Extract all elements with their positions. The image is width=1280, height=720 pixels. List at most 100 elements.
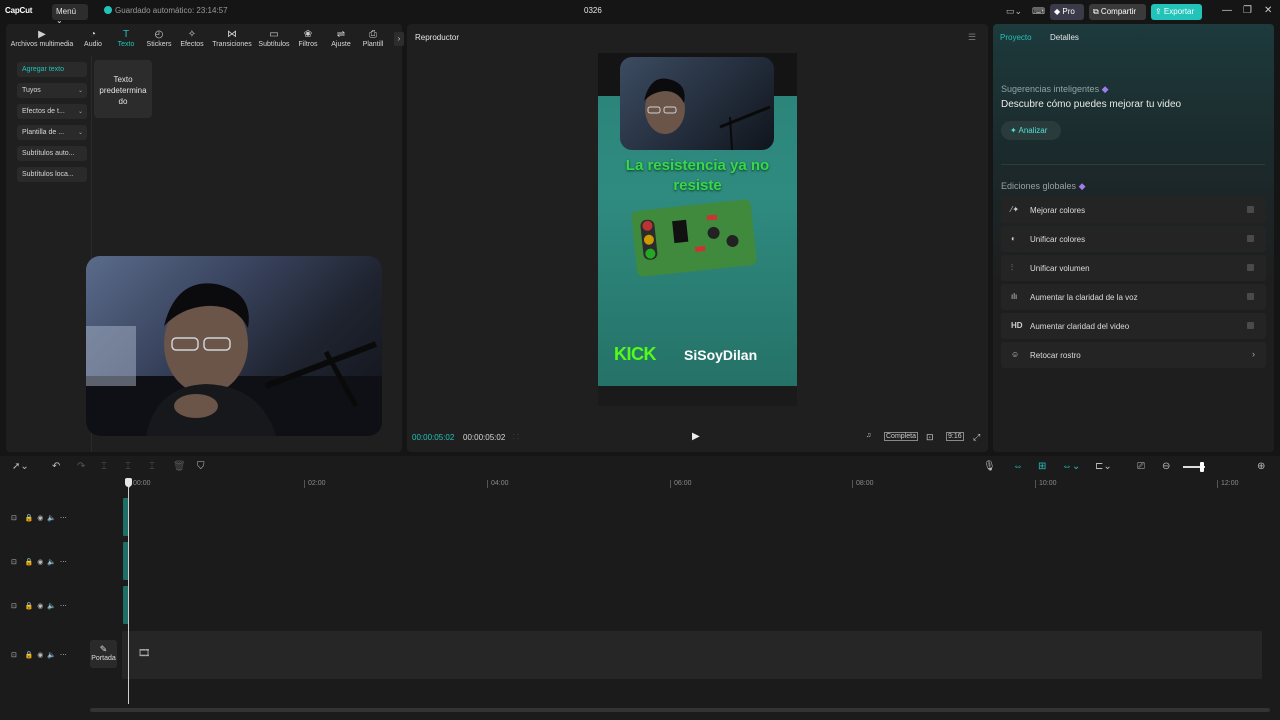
- marker-icon[interactable]: ⛉: [197, 461, 205, 472]
- eye-icon[interactable]: ◉: [37, 559, 43, 566]
- speaker-icon[interactable]: 🔈: [47, 652, 56, 659]
- toggle-box[interactable]: [1247, 264, 1254, 271]
- redo-icon[interactable]: ↷: [77, 461, 85, 472]
- edit-enhance-colors[interactable]: ⁄✦ Mejorar colores: [1001, 197, 1266, 223]
- link-icon[interactable]: ⇔⌄: [1062, 461, 1080, 472]
- nav-auto-subtitles[interactable]: Subtítulos auto...: [17, 146, 87, 161]
- more-icon[interactable]: ⋯: [60, 652, 67, 659]
- audio-meter-icon[interactable]: ♫: [866, 432, 871, 439]
- playhead-handle[interactable]: [125, 478, 132, 487]
- toggle-box[interactable]: [1247, 206, 1254, 213]
- fullscreen-icon[interactable]: ⤢: [973, 432, 980, 443]
- more-icon[interactable]: ⋯: [60, 515, 67, 522]
- timecode-format-icon[interactable]: ⸬: [513, 433, 519, 442]
- eye-icon[interactable]: ◉: [37, 603, 43, 610]
- caption-line-2: resiste: [673, 177, 722, 194]
- undo-icon[interactable]: ↶: [52, 461, 60, 472]
- split-right-icon[interactable]: ⌶: [149, 461, 155, 472]
- tabs-scroll-right-icon[interactable]: ›: [394, 32, 404, 46]
- tab-text[interactable]: T Texto: [112, 28, 140, 54]
- more-icon[interactable]: ⋯: [60, 559, 67, 566]
- ruler-tick: 02:00: [304, 480, 326, 488]
- lock-icon[interactable]: 🔒: [25, 559, 34, 566]
- speaker-icon[interactable]: 🔈: [47, 515, 56, 522]
- eye-icon[interactable]: ◉: [37, 515, 43, 522]
- tab-media[interactable]: ▶ Archivos multimedia: [8, 28, 76, 54]
- edit-unify-volume[interactable]: ⫶ Unificar volumen: [1001, 255, 1266, 281]
- tab-stickers[interactable]: ◴ Stickers: [144, 28, 174, 54]
- tab-details[interactable]: Detalles: [1050, 33, 1079, 42]
- microphone-icon[interactable]: 🎙: [983, 461, 996, 472]
- kick-logo: KICK: [614, 344, 657, 364]
- zoom-fit-icon[interactable]: ⊡: [926, 432, 934, 443]
- edit-unify-colors[interactable]: ◐ Unificar colores: [1001, 226, 1266, 252]
- pro-button[interactable]: ◆ Pro: [1050, 4, 1084, 20]
- tab-audio[interactable]: ◔ Audio: [80, 28, 106, 54]
- close-icon[interactable]: ✕: [1264, 5, 1272, 16]
- caption-icon[interactable]: ⎚: [1137, 461, 1145, 472]
- share-button[interactable]: ⧉ Compartir: [1089, 4, 1146, 20]
- magnet-icon[interactable]: ⇔: [1013, 461, 1023, 472]
- default-text-preset[interactable]: Texto predetermina do: [94, 60, 152, 118]
- lock-icon[interactable]: 🔒: [25, 515, 34, 522]
- speaker-icon[interactable]: 🔈: [47, 603, 56, 610]
- toggle-box[interactable]: [1247, 235, 1254, 242]
- cover-button[interactable]: ✎ Portada: [90, 640, 117, 668]
- tab-transitions[interactable]: ⋈ Transiciones: [210, 28, 254, 54]
- zoom-in-icon[interactable]: ⊕: [1257, 461, 1265, 472]
- toggle-box[interactable]: [1247, 322, 1254, 329]
- track-toggle-icon[interactable]: ⊡: [11, 652, 17, 659]
- track-toggle-icon[interactable]: ⊡: [11, 603, 17, 610]
- video-preview[interactable]: La resistencia ya no resiste KICK SiSoyD…: [598, 53, 797, 406]
- edit-voice-clarity[interactable]: ılı Aumentar la claridad de la voz: [1001, 284, 1266, 310]
- tab-templates[interactable]: ⎙ Plantill: [358, 28, 388, 54]
- shortcuts-icon[interactable]: ⌨: [1032, 6, 1045, 17]
- layout-icon[interactable]: ▭⌄: [1006, 6, 1022, 17]
- tab-subtitles[interactable]: ▭ Subtítulos: [256, 28, 292, 54]
- preview-axis-icon[interactable]: ⊏⌄: [1095, 461, 1112, 472]
- restore-icon[interactable]: ❐: [1243, 5, 1252, 16]
- nav-add-text[interactable]: Agregar texto: [17, 62, 87, 77]
- delete-icon[interactable]: 🗑: [173, 461, 186, 472]
- quality-button[interactable]: Completa: [884, 432, 918, 441]
- tab-effects[interactable]: ✧ Efectos: [178, 28, 206, 54]
- toggle-box[interactable]: [1247, 293, 1254, 300]
- split-icon[interactable]: ⌶: [101, 461, 107, 472]
- chevron-down-icon: ⌄: [77, 88, 83, 94]
- film-icon: 🎞: [138, 648, 151, 659]
- lock-icon[interactable]: 🔒: [25, 603, 34, 610]
- playhead[interactable]: [128, 480, 129, 704]
- track-toggle-icon[interactable]: ⊡: [11, 559, 17, 566]
- play-icon[interactable]: ▶: [692, 431, 700, 442]
- nav-yours[interactable]: Tuyos ⌄: [17, 83, 87, 98]
- menu-button[interactable]: Menú ⌄: [52, 4, 88, 25]
- ruler-tick: 04:00: [487, 480, 509, 488]
- tab-adjust[interactable]: ⇌ Ajuste: [328, 28, 354, 54]
- ruler-tick: 00:00: [129, 480, 151, 488]
- main-video-track[interactable]: 🎞: [122, 631, 1262, 679]
- auto-snap-icon[interactable]: ⊞: [1038, 461, 1046, 472]
- split-left-icon[interactable]: ⌶: [125, 461, 131, 472]
- tab-project[interactable]: Proyecto: [1000, 33, 1032, 42]
- eye-icon[interactable]: ◉: [37, 652, 43, 659]
- aspect-ratio-button[interactable]: 9:16: [946, 432, 964, 441]
- nav-text-templates[interactable]: Plantilla de ... ⌄: [17, 125, 87, 140]
- tab-filters[interactable]: ❀ Filtros: [296, 28, 320, 54]
- select-tool-icon[interactable]: ➚⌄: [12, 461, 29, 472]
- edit-retouch-face[interactable]: ☺ Retocar rostro ›: [1001, 342, 1266, 368]
- lock-icon[interactable]: 🔒: [25, 652, 34, 659]
- track-toggle-icon[interactable]: ⊡: [11, 515, 17, 522]
- timeline-scrollbar[interactable]: [90, 708, 1270, 712]
- more-icon[interactable]: ⋯: [60, 603, 67, 610]
- export-button[interactable]: ⇪ Exportar: [1151, 4, 1202, 20]
- speaker-icon[interactable]: 🔈: [47, 559, 56, 566]
- nav-text-effects[interactable]: Efectos de t... ⌄: [17, 104, 87, 119]
- nav-local-subtitles[interactable]: Subtítulos loca...: [17, 167, 87, 182]
- minimize-icon[interactable]: —: [1222, 5, 1232, 16]
- analyze-button[interactable]: ✦ Analizar: [1001, 121, 1061, 140]
- zoom-slider-thumb[interactable]: [1200, 462, 1204, 472]
- player-menu-icon[interactable]: ☰: [968, 32, 976, 43]
- current-timecode: 00:00:05:02: [412, 433, 455, 442]
- edit-video-clarity[interactable]: HD Aumentar claridad del video: [1001, 313, 1266, 339]
- zoom-out-icon[interactable]: ⊖: [1162, 461, 1170, 472]
